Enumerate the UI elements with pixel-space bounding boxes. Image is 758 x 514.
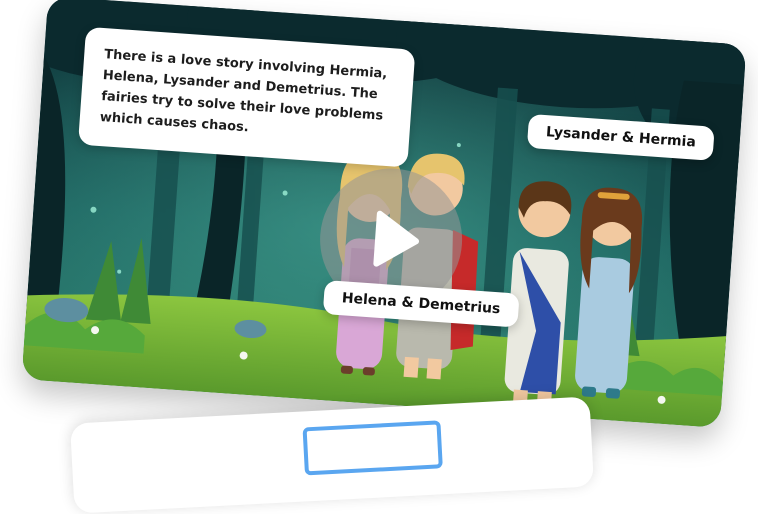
next-card-preview xyxy=(70,396,594,514)
story-video-card[interactable]: There is a love story involving Hermia, … xyxy=(21,0,747,428)
story-summary-caption: There is a love story involving Hermia, … xyxy=(77,26,416,168)
next-card-frame xyxy=(302,420,443,476)
